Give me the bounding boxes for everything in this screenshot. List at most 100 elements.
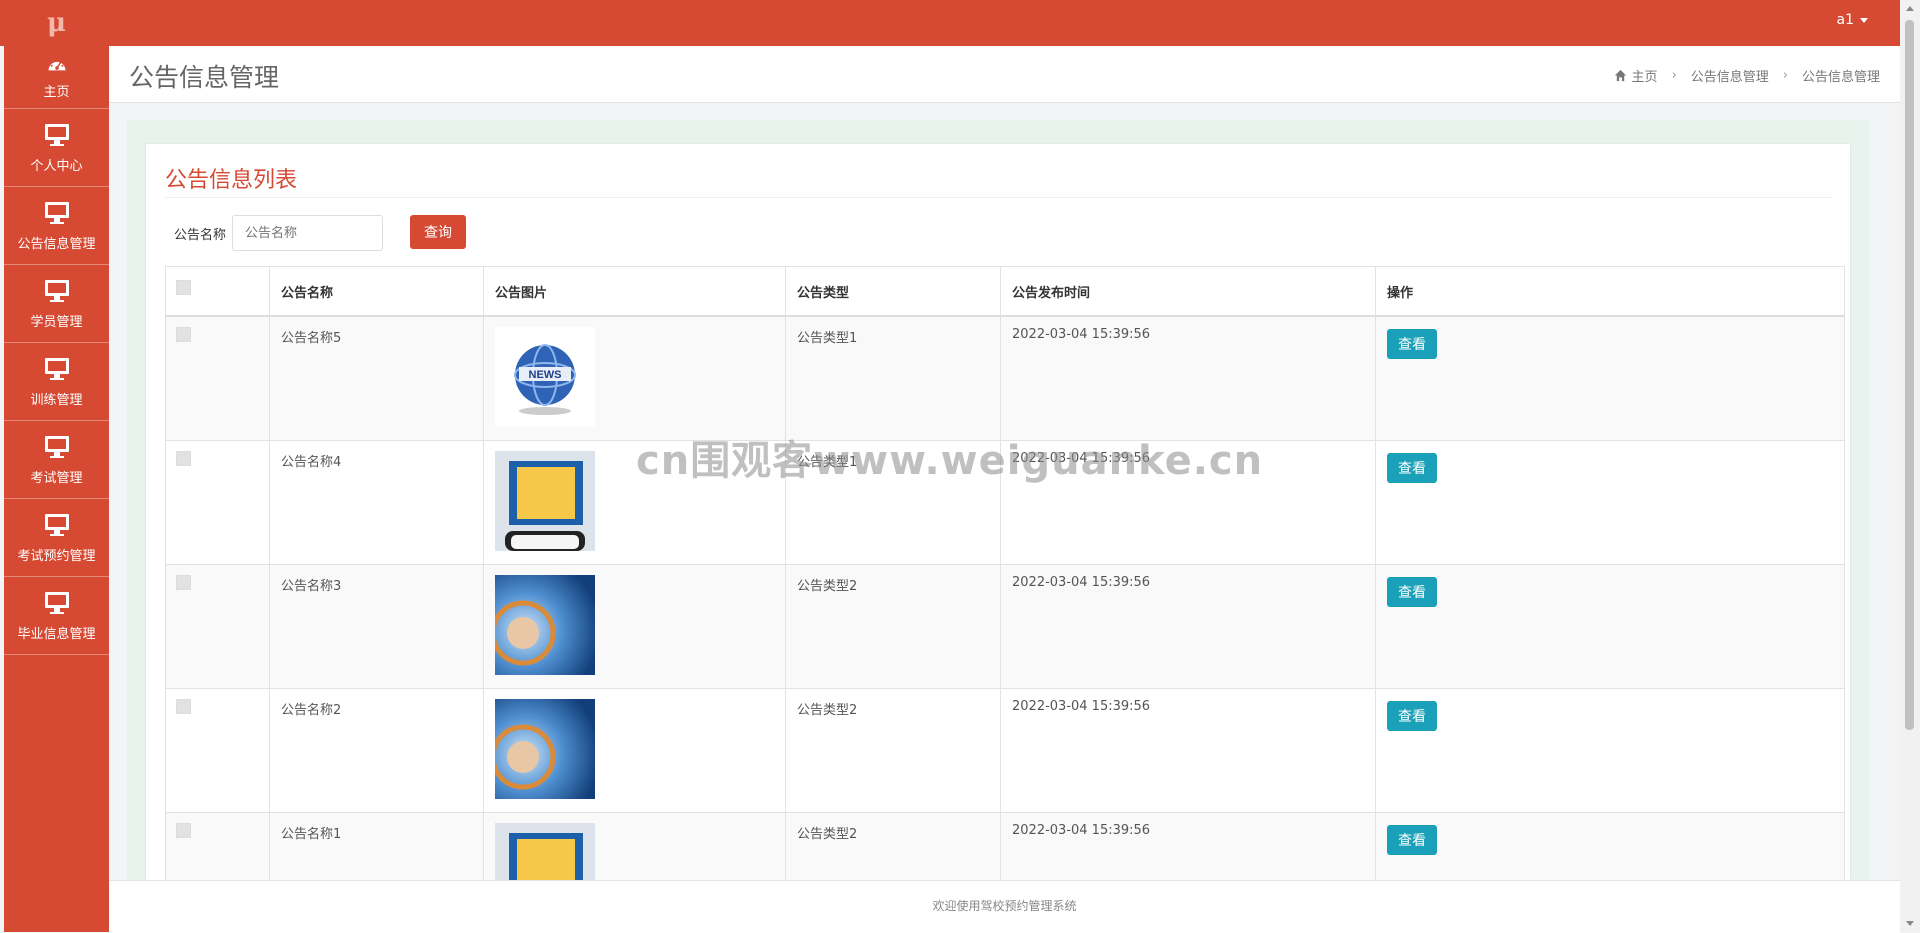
sidebar-item-students[interactable]: 学员管理: [4, 265, 109, 343]
user-menu[interactable]: a1: [1836, 12, 1868, 28]
breaking-news-image[interactable]: [495, 822, 595, 881]
announcement-time: 2022-03-04 15:39:56: [1000, 315, 1376, 441]
column-header: 公告名称: [269, 266, 484, 317]
action-cell: 查看: [1375, 687, 1845, 813]
sidebar-item-personal-center[interactable]: 个人中心: [4, 109, 109, 187]
announcement-type: 公告类型2: [785, 811, 1001, 880]
column-header: 公告类型: [785, 266, 1001, 317]
table-row: 公告名称3 公告类型2 2022-03-04 15:39:56 查看: [165, 563, 1845, 689]
select-all-checkbox[interactable]: [176, 279, 191, 295]
app-logo[interactable]: μ: [47, 8, 66, 38]
scroll-down-icon[interactable]: [1906, 921, 1914, 926]
announcement-name: 公告名称4: [269, 439, 484, 565]
announcement-table: 公告名称 公告图片 公告类型 公告发布时间 操作 公告名称5 NEWS 公告类型…: [165, 266, 1845, 880]
announcement-list-card: 公告信息列表 公告名称 查询 公告名称 公告图片 公告类型 公告发布时间 操作 …: [146, 144, 1850, 880]
announcement-name: 公告名称2: [269, 687, 484, 813]
announcement-name: 公告名称5: [269, 315, 484, 441]
breadcrumb-current: 公告信息管理: [1801, 70, 1880, 85]
row-checkbox[interactable]: [176, 450, 191, 466]
sidebar-item-home[interactable]: 主页: [4, 46, 109, 109]
chevron-right-icon: ›: [1671, 68, 1677, 83]
row-checkbox[interactable]: [176, 698, 191, 714]
breadcrumb-home[interactable]: 主页: [1632, 66, 1658, 85]
row-select-cell: [165, 315, 270, 441]
announcement-time: 2022-03-04 15:39:56: [1000, 439, 1376, 565]
monitor-icon: [44, 357, 69, 380]
row-checkbox[interactable]: [176, 822, 191, 838]
announcement-time: 2022-03-04 15:39:56: [1000, 563, 1376, 689]
home-icon: [1614, 69, 1626, 82]
monitor-icon: [44, 201, 69, 224]
breaking-news-image[interactable]: [495, 450, 595, 551]
sidebar-item-label: 学员管理: [30, 314, 83, 330]
sidebar-item-announcement[interactable]: 公告信息管理: [4, 187, 109, 265]
table-row: 公告名称1 公告类型2 2022-03-04 15:39:56 查看: [165, 811, 1845, 881]
blue-news-image[interactable]: [495, 698, 595, 799]
view-button[interactable]: 查看: [1387, 576, 1437, 607]
scrollbar-thumb[interactable]: [1905, 20, 1914, 730]
view-button[interactable]: 查看: [1387, 452, 1437, 483]
action-cell: 查看: [1375, 811, 1845, 880]
announcement-image-cell: NEWS: [483, 315, 786, 441]
monitor-icon: [44, 435, 69, 458]
sidebar-item-label: 公告信息管理: [17, 236, 96, 252]
announcement-image-cell: [483, 811, 786, 881]
page-title: 公告信息管理: [129, 63, 280, 92]
column-header: 操作: [1375, 266, 1845, 317]
divider: [165, 197, 1831, 198]
announcement-type: 公告类型2: [785, 687, 1001, 813]
user-name: a1: [1836, 12, 1855, 28]
view-button[interactable]: 查看: [1387, 329, 1437, 359]
query-button[interactable]: 查询: [410, 215, 466, 249]
announcement-type: 公告类型1: [785, 439, 1001, 565]
row-checkbox[interactable]: [176, 327, 191, 342]
row-select-cell: [165, 811, 270, 880]
sidebar-item-label: 训练管理: [30, 392, 83, 408]
column-header: 公告图片: [483, 266, 786, 317]
page-header: 公告信息管理 主页 › 公告信息管理 › 公告信息管理: [109, 46, 1900, 103]
announcement-time: 2022-03-04 15:39:56: [1000, 687, 1376, 813]
sidebar-item-label: 考试管理: [30, 470, 83, 486]
breadcrumb: 主页 › 公告信息管理 › 公告信息管理: [1614, 66, 1880, 85]
view-button[interactable]: 查看: [1387, 824, 1437, 855]
filter-label: 公告名称: [174, 227, 227, 243]
sidebar-item-training[interactable]: 训练管理: [4, 343, 109, 421]
monitor-icon: [44, 513, 69, 536]
table-row: 公告名称2 公告类型2 2022-03-04 15:39:56 查看: [165, 687, 1845, 813]
sidebar-item-graduation[interactable]: 毕业信息管理: [4, 577, 109, 655]
sidebar-item-label: 个人中心: [30, 158, 83, 174]
sidebar-item-label: 考试预约管理: [17, 548, 96, 564]
sidebar-item-exam-booking[interactable]: 考试预约管理: [4, 499, 109, 577]
breadcrumb-section[interactable]: 公告信息管理: [1691, 66, 1769, 85]
scroll-up-icon[interactable]: [1906, 6, 1914, 11]
sidebar-item-label: 毕业信息管理: [17, 626, 96, 642]
top-bar: μ a1: [0, 0, 1900, 46]
monitor-icon: [44, 123, 69, 146]
table-header-row: 公告名称 公告图片 公告类型 公告发布时间 操作: [165, 266, 1845, 317]
vertical-scrollbar[interactable]: [1900, 0, 1920, 932]
sidebar-item-exams[interactable]: 考试管理: [4, 421, 109, 499]
view-button[interactable]: 查看: [1387, 700, 1437, 731]
announcement-image-cell: [483, 439, 786, 565]
card-title: 公告信息列表: [165, 168, 298, 193]
blue-news-image[interactable]: [495, 574, 595, 675]
search-filter: 公告名称: [174, 215, 384, 251]
action-cell: 查看: [1375, 315, 1845, 441]
announcement-name: 公告名称3: [269, 563, 484, 689]
row-select-cell: [165, 687, 270, 813]
announcement-type: 公告类型2: [785, 563, 1001, 689]
dashboard-icon: [48, 58, 65, 70]
announcement-type: 公告类型1: [785, 315, 1001, 441]
row-checkbox[interactable]: [176, 574, 191, 590]
action-cell: 查看: [1375, 439, 1845, 565]
row-select-cell: [165, 439, 270, 565]
announcement-name-input[interactable]: [232, 215, 384, 251]
announcement-image-cell: [483, 687, 786, 813]
table-row: 公告名称4 公告类型1 2022-03-04 15:39:56 查看: [165, 439, 1845, 565]
monitor-icon: [44, 279, 69, 302]
table-row: 公告名称5 NEWS 公告类型1 2022-03-04 15:39:56 查看: [165, 315, 1845, 441]
announcement-time: 2022-03-04 15:39:56: [1000, 811, 1376, 880]
globe-news-image[interactable]: NEWS: [495, 327, 595, 427]
sidebar: 主页 个人中心 公告信息管理 学员管理 训练管理 考试管理 考试预约管理 毕业信…: [4, 46, 109, 932]
svg-text:NEWS: NEWS: [529, 369, 562, 381]
